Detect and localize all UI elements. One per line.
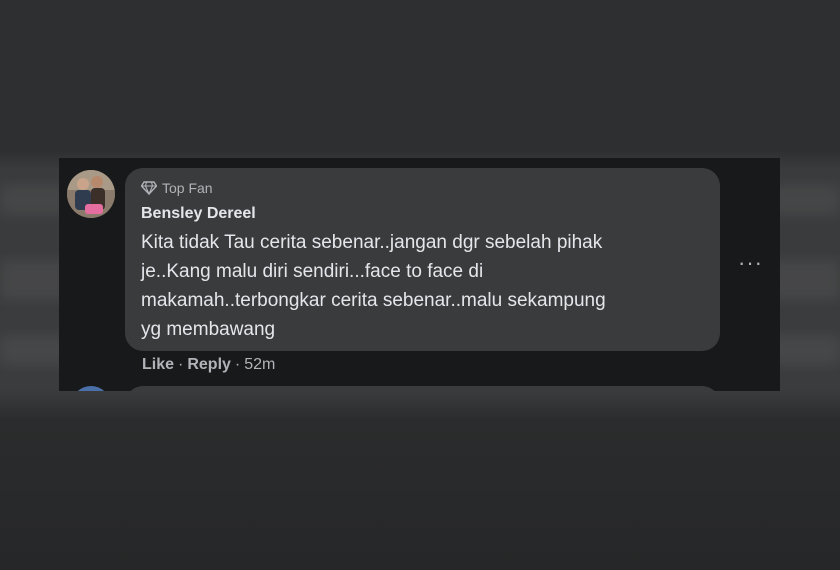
separator: · — [234, 356, 241, 373]
next-comment-bubble — [125, 386, 720, 391]
more-options-icon[interactable]: ··· — [738, 250, 763, 276]
comment-text-line: makamah..terbongkar cerita sebenar..malu… — [141, 290, 606, 311]
timestamp[interactable]: 52m — [244, 356, 275, 374]
reply-button[interactable]: Reply — [187, 356, 231, 374]
avatar[interactable] — [67, 170, 115, 218]
comment-bubble: Top Fan Bensley Dereel Kita tidak Tau ce… — [125, 168, 720, 351]
comment-text-line: Kita tidak Tau cerita sebenar..jangan dg… — [141, 232, 603, 253]
next-comment-avatar[interactable] — [71, 386, 111, 391]
author-name[interactable]: Bensley Dereel — [141, 205, 256, 223]
avatar-photo — [67, 170, 115, 218]
separator: · — [178, 356, 184, 373]
comment-text: Kita tidak Tau cerita sebenar..jangan dg… — [141, 228, 711, 344]
badge-label: Top Fan — [162, 180, 213, 196]
comment-text-line: je..Kang malu diri sendiri...face to fac… — [141, 261, 484, 282]
diamond-icon — [141, 181, 157, 195]
comment-panel: Top Fan Bensley Dereel Kita tidak Tau ce… — [59, 158, 780, 391]
comment-text-line: yg membawang — [141, 319, 276, 340]
comment-actions: Like · Reply · 52m — [142, 356, 275, 374]
like-button[interactable]: Like — [142, 356, 174, 374]
top-fan-badge: Top Fan — [141, 180, 213, 196]
